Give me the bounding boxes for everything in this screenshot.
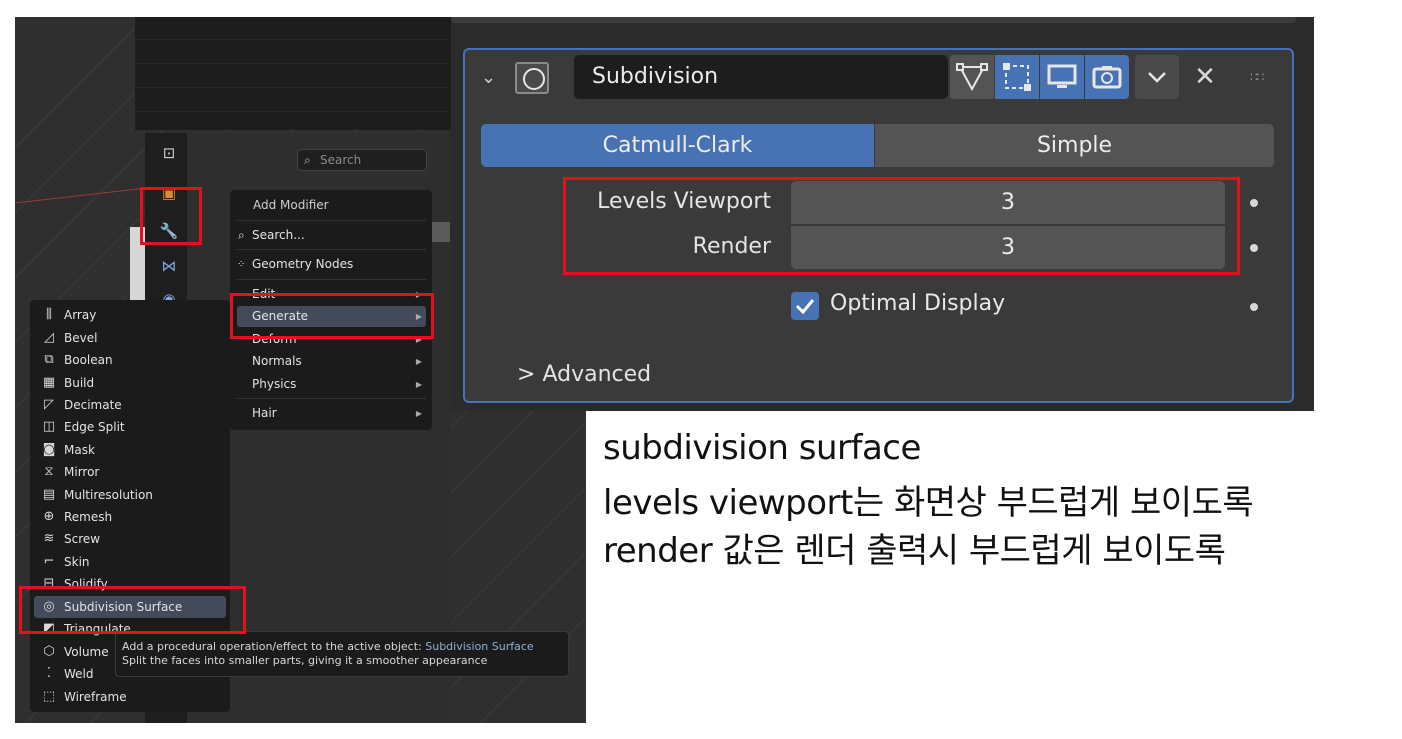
weld-icon: ⁚ (46, 666, 52, 681)
search-placeholder: Search (320, 153, 362, 167)
search-input[interactable]: ⌕ Search (297, 149, 427, 171)
tooltip-line1: Add a procedural operation/effect to the… (122, 640, 422, 653)
tooltip-line2: Split the faces into smaller parts, givi… (122, 654, 488, 667)
menu-item-bevel[interactable]: ◿ Bevel (34, 327, 226, 349)
modifier-name-field[interactable]: Subdivision (574, 55, 948, 99)
menu-item-physics[interactable]: Physics ▶ (237, 374, 426, 395)
note-line-2: levels viewport는 화면상 부드럽게 보이도록 (603, 483, 1254, 523)
multiresolution-icon: ▤ (42, 487, 56, 502)
panel-fragment (432, 222, 450, 242)
edit-mode-icon (956, 63, 988, 92)
close-icon[interactable]: ✕ (1190, 58, 1220, 96)
menu-item-edge-split[interactable]: ◫ Edge Split (34, 416, 226, 438)
mask-icon: ◙ (42, 442, 56, 457)
drag-handle-icon[interactable]: ∷∷ (1250, 64, 1280, 90)
menu-item-hair[interactable]: Hair ▶ (237, 403, 426, 424)
submenu-arrow-icon: ▶ (415, 380, 422, 389)
chevron-right-icon: > (517, 362, 536, 387)
note-line-3: render 값은 렌더 출력시 부드럽게 보이도록 (603, 531, 1226, 571)
menu-item-remesh[interactable]: ⊕ Remesh (34, 506, 226, 528)
keyframe-dot-icon[interactable] (1250, 303, 1258, 311)
decimate-icon: ◸ (44, 397, 54, 412)
chevron-down-icon (1148, 72, 1166, 83)
remesh-icon: ⊕ (43, 509, 55, 524)
keyframe-dot-icon[interactable] (1250, 199, 1258, 207)
monitor-icon (1047, 64, 1077, 88)
cage-icon (1003, 63, 1031, 91)
camera-icon (1092, 66, 1122, 89)
panel-top-edge (451, 17, 1296, 23)
highlight-modifier-tab (140, 187, 202, 245)
optimal-display-label: Optimal Display (830, 291, 1006, 316)
volume-icon: ⬡ (43, 644, 55, 659)
note-line-1: subdivision surface (603, 428, 921, 468)
highlight-generate (230, 293, 434, 339)
boolean-icon: ⧉ (44, 352, 54, 367)
menu-item-wireframe[interactable]: ⬚ Wireframe (34, 686, 226, 708)
viewport-display-toggle[interactable] (1040, 55, 1084, 99)
dropdown-button[interactable] (1135, 55, 1179, 99)
edge-split-icon: ◫ (42, 419, 56, 434)
menu-title: Add Modifier (253, 198, 329, 212)
collapse-chevron-icon[interactable]: ⌄ (481, 68, 501, 88)
object-data-icon[interactable]: ⊡ (159, 143, 179, 163)
subdivision-modifier-icon (515, 62, 549, 94)
advanced-label: Advanced (542, 362, 652, 387)
edit-mode-toggle[interactable] (950, 55, 994, 99)
screw-icon: ≋ (43, 531, 55, 546)
geometry-nodes-icon: ⁘ (237, 259, 246, 270)
red-axis-line (15, 186, 155, 204)
keyframe-dot-icon[interactable] (1250, 244, 1258, 252)
menu-item-normals[interactable]: Normals ▶ (237, 351, 426, 372)
menu-item-mask[interactable]: ◙ Mask (34, 439, 226, 461)
menu-item-multiresolution[interactable]: ▤ Multiresolution (34, 484, 226, 506)
menu-item-decimate[interactable]: ◸ Decimate (34, 394, 226, 416)
submenu-arrow-icon: ▶ (415, 357, 422, 366)
mode-catmull-clark[interactable]: Catmull-Clark (481, 124, 874, 167)
menu-item-geometry-nodes[interactable]: ⁘ Geometry Nodes (237, 254, 426, 275)
build-icon: ▦ (42, 375, 56, 390)
search-icon: ⌕ (238, 228, 245, 242)
highlight-levels (563, 177, 1240, 275)
tooltip: Add a procedural operation/effect to the… (115, 631, 569, 677)
menu-item-build[interactable]: ▦ Build (34, 372, 226, 394)
submenu-arrow-icon: ▶ (415, 409, 422, 418)
advanced-subpanel-header[interactable]: > Advanced (517, 362, 651, 387)
menu-item-search[interactable]: ⌕ Search... (237, 225, 426, 246)
particles-icon[interactable]: ⋈ (159, 256, 179, 276)
mode-simple[interactable]: Simple (875, 124, 1274, 167)
search-icon: ⌕ (304, 153, 311, 167)
menu-item-mirror[interactable]: ⧖ Mirror (34, 461, 226, 483)
bevel-icon: ◿ (44, 330, 54, 345)
on-cage-toggle[interactable] (995, 55, 1039, 99)
render-toggle[interactable] (1085, 55, 1129, 99)
checkmark-icon (795, 299, 815, 315)
optimal-display-checkbox[interactable] (791, 292, 819, 320)
tooltip-modifier-name: Subdivision Surface (425, 640, 534, 653)
highlight-subdivision-surface (19, 586, 246, 634)
menu-item-skin[interactable]: ⌐ Skin (34, 551, 226, 573)
mirror-icon: ⧖ (44, 464, 54, 479)
skin-icon: ⌐ (43, 554, 55, 569)
wireframe-icon: ⬚ (42, 689, 56, 704)
menu-item-array[interactable]: ⫼ Array (34, 304, 226, 326)
array-icon: ⫼ (46, 307, 52, 322)
menu-item-screw[interactable]: ≋ Screw (34, 528, 226, 550)
menu-item-boolean[interactable]: ⧉ Boolean (34, 349, 226, 371)
